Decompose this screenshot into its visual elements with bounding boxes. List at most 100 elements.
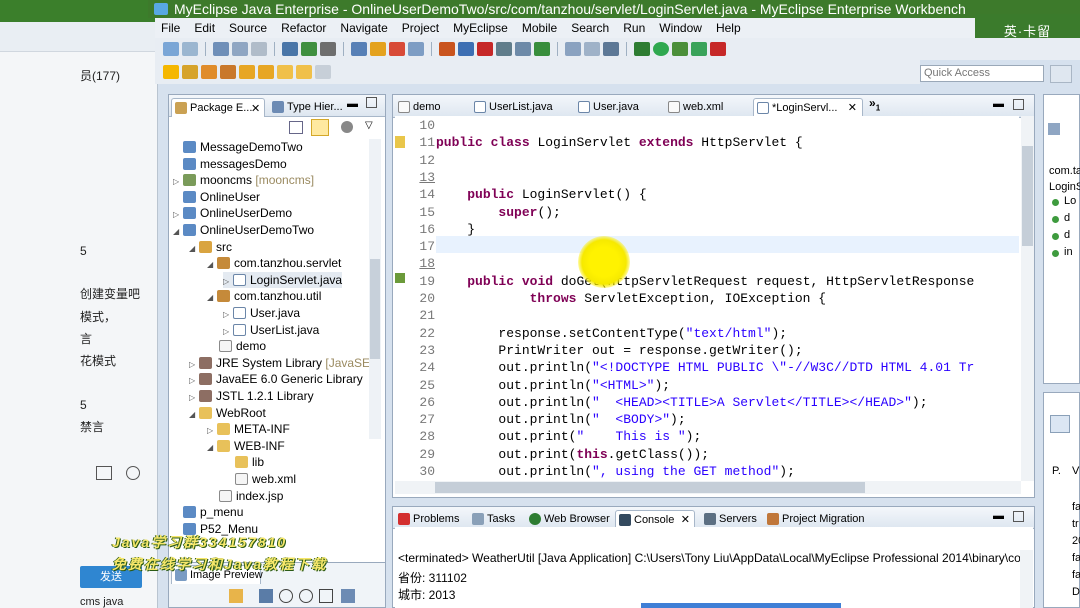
collapse-arrow-icon[interactable]: ◢: [173, 224, 183, 240]
tab-user-java[interactable]: User.java: [575, 98, 647, 117]
tree-item-web-xml[interactable]: web.xml: [235, 471, 296, 488]
next-annotation-icon[interactable]: [239, 65, 255, 79]
tree-item-util-package[interactable]: ◢ com.tanzhou.util: [207, 288, 321, 305]
minimize-icon[interactable]: ▬: [993, 98, 1004, 110]
expand-arrow-icon[interactable]: ▷: [223, 274, 233, 290]
expand-arrow-icon[interactable]: ▷: [173, 207, 183, 223]
maximize-icon[interactable]: [366, 97, 377, 108]
pin-icon[interactable]: [229, 589, 243, 603]
save-icon[interactable]: [213, 42, 229, 56]
property-tab[interactable]: P.: [1052, 465, 1061, 477]
fit-icon[interactable]: [259, 589, 273, 603]
new-icon[interactable]: [163, 42, 179, 56]
database-icon[interactable]: [458, 42, 474, 56]
tree-item-messagedemotwo[interactable]: MessageDemoTwo: [183, 139, 303, 156]
external-tools-icon[interactable]: [710, 42, 726, 56]
gallery-icon[interactable]: [126, 466, 140, 480]
minimize-icon[interactable]: ▬: [347, 98, 358, 110]
refresh-icon[interactable]: [341, 589, 355, 603]
tree-item-webroot[interactable]: ◢ WebRoot: [189, 405, 266, 422]
scrollbar-thumb[interactable]: [370, 259, 380, 359]
minimize-icon[interactable]: ▬: [993, 510, 1004, 522]
outline-tool-icon[interactable]: [1048, 123, 1060, 135]
menu-file[interactable]: File: [161, 21, 180, 35]
tree-item-jstl-library[interactable]: ▷ JSTL 1.2.1 Library: [189, 388, 314, 405]
marker-icon[interactable]: [220, 65, 236, 79]
menu-myeclipse[interactable]: MyEclipse: [453, 21, 508, 35]
tree-item-servlet-package[interactable]: ◢ com.tanzhou.servlet: [207, 255, 341, 272]
outline-item[interactable]: com.ta: [1049, 165, 1080, 177]
forward-icon[interactable]: [296, 65, 312, 79]
chevron-down-icon[interactable]: ▽: [365, 120, 373, 131]
zoom-in-icon[interactable]: [279, 589, 293, 603]
maximize-icon[interactable]: [1013, 511, 1024, 522]
expand-arrow-icon[interactable]: ▷: [189, 357, 199, 373]
tree-item-userlist-java[interactable]: ▷ UserList.java: [223, 322, 319, 339]
menu-edit[interactable]: Edit: [194, 21, 215, 35]
tool-icon[interactable]: [320, 42, 336, 56]
pin-icon[interactable]: [315, 65, 331, 79]
deploy-icon[interactable]: [351, 42, 367, 56]
pencil-icon[interactable]: [201, 65, 217, 79]
actual-size-icon[interactable]: [319, 589, 333, 603]
tree-item-onlineuser[interactable]: OnlineUser: [183, 189, 260, 206]
tree-item-p-menu[interactable]: p_menu: [183, 504, 243, 521]
tab-type-hierarchy[interactable]: Type Hier...: [269, 98, 349, 117]
view-menu-icon[interactable]: [341, 121, 353, 133]
close-icon[interactable]: ✕: [251, 102, 260, 115]
open-icon[interactable]: [182, 42, 198, 56]
expand-arrow-icon[interactable]: ▷: [173, 174, 183, 190]
search-icon[interactable]: [408, 42, 424, 56]
annotation-icon[interactable]: [163, 65, 179, 79]
tab-demo[interactable]: demo: [395, 98, 451, 117]
editor-vertical-scrollbar[interactable]: [1021, 116, 1034, 481]
outline-item[interactable]: in: [1064, 246, 1073, 258]
tree-item-messagesdemo[interactable]: messagesDemo: [183, 156, 287, 173]
link-editor-icon[interactable]: [311, 119, 329, 136]
menu-search[interactable]: Search: [571, 21, 609, 35]
explorer-icon[interactable]: [603, 42, 619, 56]
prev-annotation-icon[interactable]: [258, 65, 274, 79]
outline-item[interactable]: d: [1064, 229, 1070, 241]
tree-item-loginservlet[interactable]: ▷ LoginServlet.java: [223, 271, 343, 290]
open-type-icon[interactable]: [282, 42, 298, 56]
tab-web-xml[interactable]: web.xml: [665, 98, 735, 117]
outline-item[interactable]: d: [1064, 212, 1070, 224]
tab-loginservlet[interactable]: *LoginServl... ✕: [753, 98, 863, 117]
tab-userlist-java[interactable]: UserList.java: [471, 98, 553, 117]
expand-arrow-icon[interactable]: ▷: [223, 307, 233, 323]
collapse-arrow-icon[interactable]: ◢: [207, 290, 217, 306]
tree-item-javaee-library[interactable]: ▷ JavaEE 6.0 Generic Library: [189, 371, 363, 388]
run-as-icon[interactable]: [672, 42, 688, 56]
console-scrollbar[interactable]: [1020, 550, 1033, 608]
edit-pen-icon[interactable]: [370, 42, 386, 56]
menu-mobile[interactable]: Mobile: [522, 21, 557, 35]
bug-icon[interactable]: [634, 42, 650, 56]
outline-item[interactable]: Lo: [1064, 195, 1076, 207]
print-icon[interactable]: [251, 42, 267, 56]
highlight-icon[interactable]: [182, 65, 198, 79]
tree-item-meta-inf[interactable]: ▷ META-INF: [207, 421, 290, 438]
menu-refactor[interactable]: Refactor: [281, 21, 326, 35]
collapse-arrow-icon[interactable]: ◢: [189, 407, 199, 423]
scrollbar-thumb[interactable]: [435, 482, 865, 493]
menu-project[interactable]: Project: [402, 21, 439, 35]
close-icon[interactable]: ✕: [848, 99, 857, 117]
tree-item-user-java[interactable]: ▷ User.java: [223, 305, 300, 322]
scrollbar-thumb[interactable]: [1022, 146, 1033, 246]
tree-item-src[interactable]: ◢ src: [189, 239, 232, 256]
monitor-icon[interactable]: [496, 42, 512, 56]
overflow-tabs-button[interactable]: »1: [869, 96, 880, 112]
maximize-icon[interactable]: [1013, 99, 1024, 110]
menu-run[interactable]: Run: [623, 21, 645, 35]
tree-item-web-inf[interactable]: ◢ WEB-INF: [207, 438, 285, 455]
menu-source[interactable]: Source: [229, 21, 267, 35]
tree-item-onlineuserdemotwo[interactable]: ◢ OnlineUserDemoTwo: [173, 222, 314, 239]
save-all-icon[interactable]: [232, 42, 248, 56]
tree-item-onlineuserdemo[interactable]: ▷ OnlineUserDemo: [173, 205, 292, 222]
collapse-all-icon[interactable]: [289, 121, 303, 134]
menu-window[interactable]: Window: [659, 21, 702, 35]
stop-icon[interactable]: [477, 42, 493, 56]
menu-help[interactable]: Help: [716, 21, 741, 35]
menu-navigate[interactable]: Navigate: [340, 21, 387, 35]
